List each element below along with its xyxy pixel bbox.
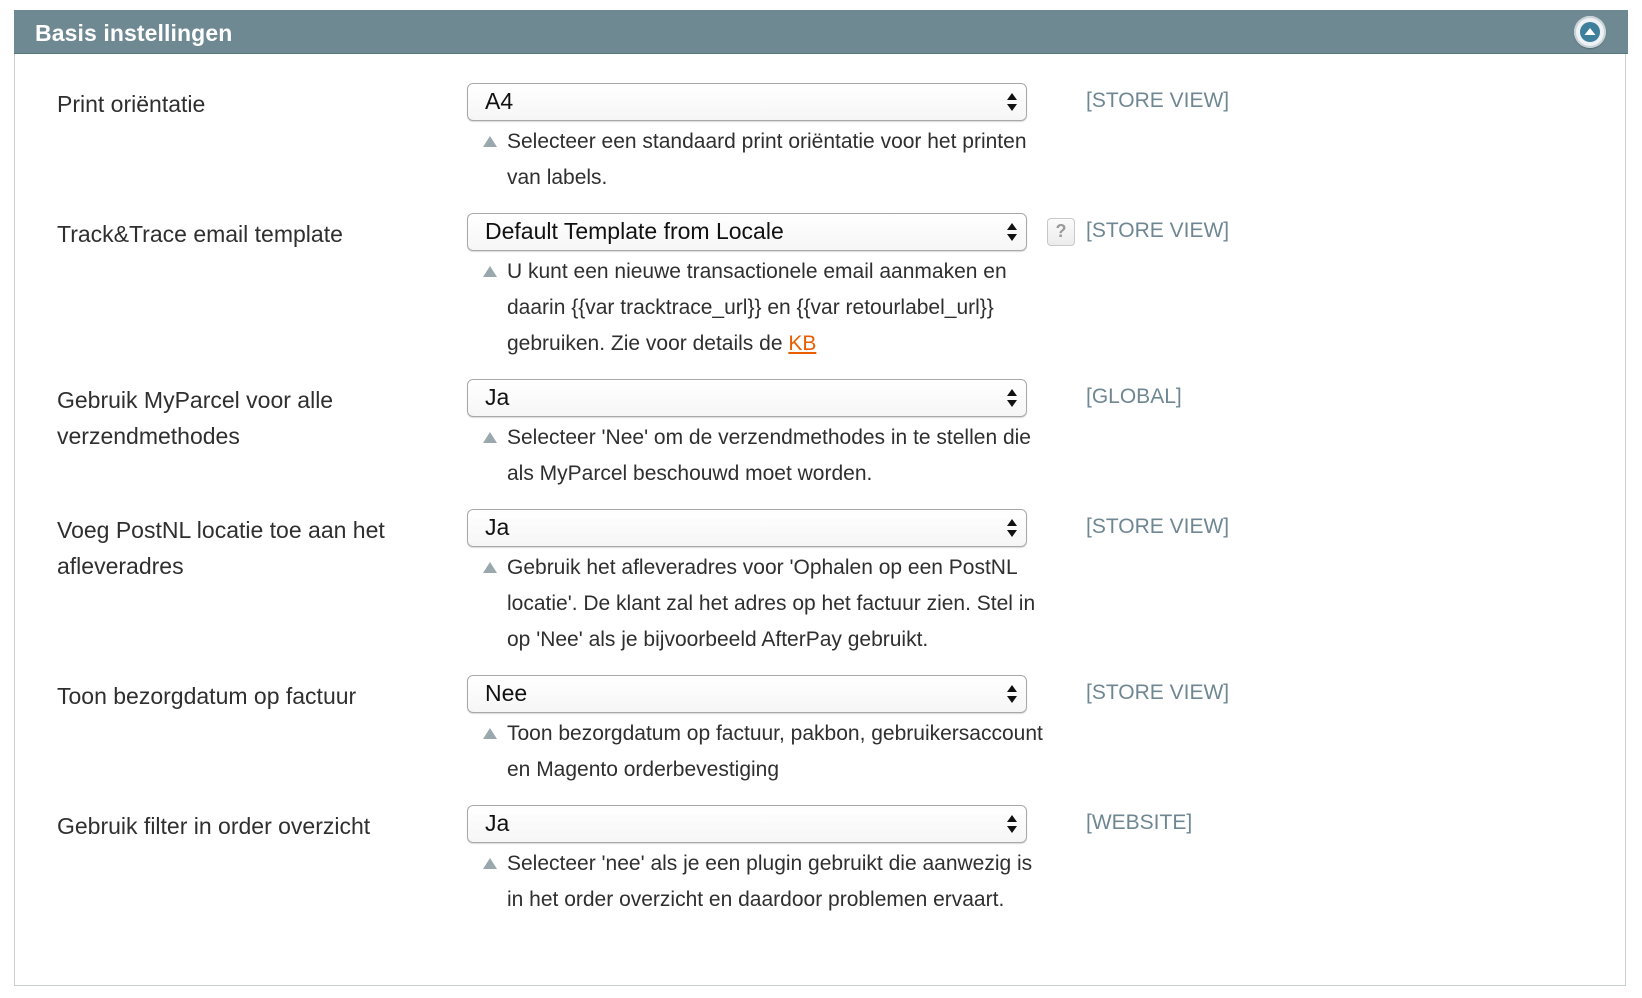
- note-marker-icon: [483, 728, 497, 739]
- note-text: U kunt een nieuwe transactionele email a…: [507, 260, 1007, 355]
- field-note: Gebruik het afleveradres voor 'Ophalen o…: [483, 550, 1053, 658]
- delivery-date-select[interactable]: Nee: [467, 675, 1027, 713]
- select-arrows-icon: [1007, 389, 1017, 407]
- field-label: Voeg PostNL locatie toe aan het aflevera…: [57, 517, 385, 579]
- select-value: Ja: [485, 810, 510, 836]
- scope-label: [GLOBAL]: [1086, 385, 1182, 408]
- settings-section: Basis instellingen Print oriëntatie A4 […: [14, 10, 1628, 986]
- field-note: Toon bezorgdatum op factuur, pakbon, geb…: [483, 716, 1053, 788]
- section-header[interactable]: Basis instellingen: [14, 10, 1628, 54]
- select-arrows-icon: [1007, 93, 1017, 111]
- field-note: Selecteer een standaard print oriëntatie…: [483, 124, 1053, 196]
- help-button[interactable]: ?: [1047, 218, 1075, 246]
- note-marker-icon: [483, 266, 497, 277]
- chevron-up-icon: [1580, 22, 1600, 42]
- field-note: U kunt een nieuwe transactionele email a…: [483, 254, 1053, 362]
- kb-link[interactable]: KB: [788, 332, 816, 355]
- select-value: Default Template from Locale: [485, 218, 784, 244]
- field-label: Track&Trace email template: [57, 221, 343, 247]
- scope-label: [STORE VIEW]: [1086, 219, 1230, 242]
- field-note: Selecteer 'Nee' om de verzendmethodes in…: [483, 420, 1053, 492]
- print-orientation-select[interactable]: A4: [467, 83, 1027, 121]
- email-template-select[interactable]: Default Template from Locale: [467, 213, 1027, 251]
- field-note: Selecteer 'nee' als je een plugin gebrui…: [483, 846, 1053, 918]
- scope-label: [WEBSITE]: [1086, 811, 1193, 834]
- select-value: Ja: [485, 514, 510, 540]
- select-arrows-icon: [1007, 815, 1017, 833]
- scope-label: [STORE VIEW]: [1086, 89, 1230, 112]
- scope-label: [STORE VIEW]: [1086, 681, 1230, 704]
- select-arrows-icon: [1007, 685, 1017, 703]
- myparcel-all-methods-select[interactable]: Ja: [467, 379, 1027, 417]
- postnl-location-select[interactable]: Ja: [467, 509, 1027, 547]
- scope-label: [STORE VIEW]: [1086, 515, 1230, 538]
- field-label: Toon bezorgdatum op factuur: [57, 683, 357, 709]
- field-label: Gebruik filter in order overzicht: [57, 813, 371, 839]
- note-marker-icon: [483, 432, 497, 443]
- field-label: Gebruik MyParcel voor alle verzendmethod…: [57, 387, 334, 449]
- section-title: Basis instellingen: [35, 20, 233, 46]
- select-arrows-icon: [1007, 223, 1017, 241]
- collapse-button[interactable]: [1574, 16, 1606, 48]
- field-label: Print oriëntatie: [57, 91, 206, 117]
- select-value: Nee: [485, 680, 528, 706]
- order-filter-select[interactable]: Ja: [467, 805, 1027, 843]
- note-marker-icon: [483, 562, 497, 573]
- select-value: A4: [485, 88, 514, 114]
- select-value: Ja: [485, 384, 510, 410]
- note-marker-icon: [483, 136, 497, 147]
- select-arrows-icon: [1007, 519, 1017, 537]
- note-marker-icon: [483, 858, 497, 869]
